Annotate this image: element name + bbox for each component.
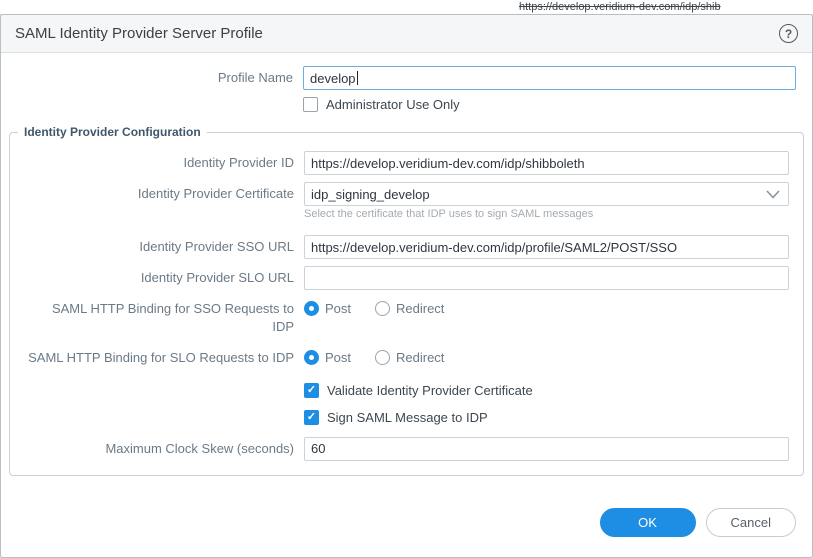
clock-skew-value: 60 xyxy=(311,441,325,456)
checkbox-icon[interactable]: ✓ xyxy=(304,383,319,398)
idp-id-label: Identity Provider ID xyxy=(10,154,304,172)
validate-cert-checkbox[interactable]: ✓ Validate Identity Provider Certificate xyxy=(304,383,789,398)
slo-binding-redirect-option[interactable]: Redirect xyxy=(375,350,444,365)
radio-icon[interactable] xyxy=(375,301,390,316)
sso-binding-row: SAML HTTP Binding for SSO Requests to ID… xyxy=(10,300,789,335)
clock-skew-label: Maximum Clock Skew (seconds) xyxy=(10,440,304,458)
sso-url-input[interactable]: https://develop.veridium-dev.com/idp/pro… xyxy=(304,235,789,259)
validate-cert-label: Validate Identity Provider Certificate xyxy=(327,383,533,398)
sso-binding-radio-group: Post Redirect xyxy=(304,300,789,317)
text-cursor xyxy=(357,71,358,85)
cancel-button[interactable]: Cancel xyxy=(706,508,796,537)
sign-saml-row: ✓ Sign SAML Message to IDP xyxy=(10,410,789,425)
clock-skew-input[interactable]: 60 xyxy=(304,437,789,461)
identity-provider-configuration-section: Identity Provider Configuration Identity… xyxy=(9,125,804,476)
sso-binding-redirect-label: Redirect xyxy=(396,301,444,316)
idp-id-row: Identity Provider ID https://develop.ver… xyxy=(10,151,789,175)
check-icon: ✓ xyxy=(307,385,316,396)
radio-icon[interactable] xyxy=(304,350,319,365)
admin-use-only-checkbox[interactable]: ✓ Administrator Use Only xyxy=(303,97,804,112)
sso-binding-label: SAML HTTP Binding for SSO Requests to ID… xyxy=(10,300,304,335)
background-page-content: https://develop.veridium-dev.com/idp/shi… xyxy=(0,0,813,14)
sso-url-row: Identity Provider SSO URL https://develo… xyxy=(10,235,789,259)
dialog-header: SAML Identity Provider Server Profile ? xyxy=(1,15,812,53)
ok-button[interactable]: OK xyxy=(600,508,696,537)
profile-name-label: Profile Name xyxy=(9,69,303,87)
idp-certificate-help-row: Select the certificate that IDP uses to … xyxy=(10,204,789,222)
admin-use-only-label: Administrator Use Only xyxy=(326,97,460,112)
profile-name-row: Profile Name develop xyxy=(9,66,804,90)
sso-url-label: Identity Provider SSO URL xyxy=(10,238,304,256)
help-icon[interactable]: ? xyxy=(779,24,798,43)
slo-binding-post-label: Post xyxy=(325,350,351,365)
radio-icon[interactable] xyxy=(304,301,319,316)
dialog-title: SAML Identity Provider Server Profile xyxy=(15,25,779,42)
sso-url-value: https://develop.veridium-dev.com/idp/pro… xyxy=(311,240,677,255)
checkbox-icon[interactable]: ✓ xyxy=(304,410,319,425)
idp-certificate-value: idp_signing_develop xyxy=(311,187,430,202)
slo-binding-radio-group: Post Redirect xyxy=(304,349,789,366)
admin-use-only-row: ✓ Administrator Use Only xyxy=(9,97,804,112)
idp-certificate-label: Identity Provider Certificate xyxy=(10,185,304,203)
dialog-body: Profile Name develop ✓ Administrator Use… xyxy=(1,53,812,476)
radio-icon[interactable] xyxy=(375,350,390,365)
clock-skew-row: Maximum Clock Skew (seconds) 60 xyxy=(10,437,789,461)
slo-binding-post-option[interactable]: Post xyxy=(304,350,351,365)
idp-certificate-row: Identity Provider Certificate idp_signin… xyxy=(10,182,789,206)
dialog-footer: OK Cancel xyxy=(600,508,796,537)
section-legend: Identity Provider Configuration xyxy=(18,125,207,139)
slo-url-input[interactable] xyxy=(304,266,789,290)
sso-binding-post-option[interactable]: Post xyxy=(304,301,351,316)
saml-idp-server-profile-dialog: SAML Identity Provider Server Profile ? … xyxy=(0,14,813,558)
slo-binding-label: SAML HTTP Binding for SLO Requests to ID… xyxy=(10,349,304,367)
chevron-down-icon xyxy=(766,190,780,199)
profile-name-value: develop xyxy=(310,71,356,86)
check-icon: ✓ xyxy=(307,412,316,423)
slo-url-row: Identity Provider SLO URL xyxy=(10,266,789,290)
background-url-text: https://develop.veridium-dev.com/idp/shi… xyxy=(519,1,721,13)
idp-certificate-help-text: Select the certificate that IDP uses to … xyxy=(304,208,593,220)
slo-binding-redirect-label: Redirect xyxy=(396,350,444,365)
validate-cert-row: ✓ Validate Identity Provider Certificate xyxy=(10,383,789,398)
sso-binding-redirect-option[interactable]: Redirect xyxy=(375,301,444,316)
sign-saml-label: Sign SAML Message to IDP xyxy=(327,410,488,425)
slo-binding-row: SAML HTTP Binding for SLO Requests to ID… xyxy=(10,349,789,367)
idp-id-value: https://develop.veridium-dev.com/idp/shi… xyxy=(311,156,585,171)
profile-name-input[interactable]: develop xyxy=(303,66,796,90)
idp-id-input[interactable]: https://develop.veridium-dev.com/idp/shi… xyxy=(304,151,789,175)
sign-saml-checkbox[interactable]: ✓ Sign SAML Message to IDP xyxy=(304,410,789,425)
slo-url-label: Identity Provider SLO URL xyxy=(10,269,304,287)
sso-binding-post-label: Post xyxy=(325,301,351,316)
idp-certificate-select[interactable]: idp_signing_develop xyxy=(304,182,789,206)
checkbox-icon[interactable]: ✓ xyxy=(303,97,318,112)
